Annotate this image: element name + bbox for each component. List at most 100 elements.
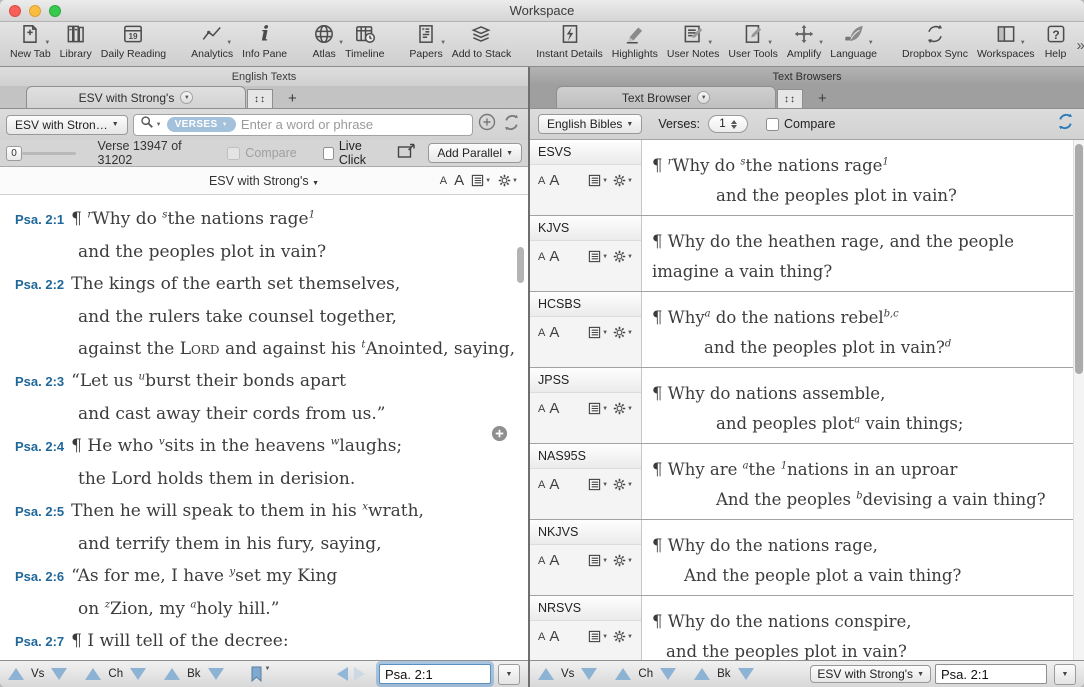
bookmark-icon[interactable]: ▼ [250,666,271,682]
verse-ref[interactable]: Psa. 2:2 [15,277,64,292]
translation-verse[interactable]: ¶ Why do nations assemble, and peoples p… [642,368,1084,443]
toolbar-item[interactable]: ▼ Papers [409,24,442,60]
left-scrollbar-thumb[interactable] [517,247,524,283]
history-forward-button[interactable] [354,667,365,681]
verse-dropdown-button[interactable]: ▼ [1054,664,1076,685]
live-click-window-icon[interactable] [397,143,416,163]
verse-down-button[interactable] [581,668,597,680]
toolbar-item[interactable]: Dropbox Sync [902,24,968,60]
zoom-button[interactable] [49,5,61,17]
toolbar-item[interactable]: Library [60,24,92,60]
slider-thumb[interactable]: 0 [6,146,22,161]
verses-count-stepper[interactable]: 1 [708,115,748,133]
gear-icon[interactable]: ▼ [613,402,633,415]
increase-font-button[interactable]: A [549,476,559,493]
toolbar-item[interactable]: Instant Details [536,24,603,60]
decrease-font-button[interactable]: A [440,175,447,187]
translation-verse[interactable]: ¶ rWhy do sthe nations rage1 and the peo… [642,140,1084,215]
increase-font-button[interactable]: A [454,172,464,189]
search-icon[interactable] [140,115,154,134]
decrease-font-button[interactable]: A [538,555,545,567]
increase-font-button[interactable]: A [549,400,559,417]
pane-splitter-icon[interactable]: ↕↕ [247,89,273,108]
toolbar-item[interactable]: ▼ User Tools [728,24,777,60]
decrease-font-button[interactable]: A [538,631,545,643]
book-up-button[interactable] [694,668,710,680]
chapter-up-button[interactable] [615,668,631,680]
history-back-button[interactable] [337,667,348,681]
toolbar-item[interactable]: ▼ Workspaces [977,24,1035,60]
toolbar-item[interactable]: ▼ Atlas [312,24,336,60]
add-pane-plus-icon[interactable] [491,425,508,447]
decrease-font-button[interactable]: A [538,175,545,187]
search-field[interactable]: ▼ VERSES▼ [133,114,473,136]
gear-icon[interactable]: ▼ [613,554,633,567]
verse-ref[interactable]: Psa. 2:1 [15,212,64,227]
display-settings-icon[interactable]: ▼ [588,630,608,643]
search-scope-pill[interactable]: VERSES▼ [167,117,236,132]
gear-icon[interactable]: ▼ [613,630,633,643]
book-down-button[interactable] [738,668,754,680]
verse-down-button[interactable] [51,668,67,680]
translation-code[interactable]: HCSBS [530,292,641,317]
display-settings-icon[interactable]: ▼ [588,554,608,567]
verse-text-area[interactable]: Psa. 2:1¶ rWhy do sthe nations rage1 and… [0,195,528,660]
increase-font-button[interactable]: A [549,324,559,341]
tab-menu-icon[interactable]: ▼ [180,91,193,104]
bible-group-select[interactable]: English Bibles▼ [538,114,642,134]
translation-code[interactable]: KJVS [530,216,641,241]
verse-position-slider[interactable]: 0 [6,146,76,161]
verse-ref[interactable]: Psa. 2:5 [15,504,64,519]
verse-ref[interactable]: Psa. 2:6 [15,569,64,584]
translation-verse[interactable]: ¶ Why do the heathen rage, and the peopl… [642,216,1084,291]
translation-code[interactable]: NKJVS [530,520,641,545]
stepper-arrows-icon[interactable] [731,120,737,129]
toolbar-item[interactable]: 19 Daily Reading [101,24,166,60]
nav-text-select[interactable]: ESV with Strong's▼ [810,665,931,683]
toolbar-item[interactable]: ▼ Language [830,24,877,60]
translation-verse[interactable]: ¶ Whya do the nations rebelb,c and the p… [642,292,1084,367]
chapter-down-button[interactable] [130,668,146,680]
add-tab-button[interactable]: + [288,88,297,108]
minimize-button[interactable] [29,5,41,17]
chapter-up-button[interactable] [85,668,101,680]
decrease-font-button[interactable]: A [538,251,545,263]
pane-splitter-icon[interactable]: ↕↕ [777,89,803,108]
toolbar-overflow-icon[interactable]: » [1077,37,1084,54]
increase-font-button[interactable]: A [549,172,559,189]
live-click-checkbox[interactable]: Live Click [323,139,384,167]
toolbar-item[interactable]: ▼ New Tab [10,24,51,60]
gear-icon[interactable]: ▼ [498,174,518,187]
verse-dropdown-button[interactable]: ▼ [498,664,520,685]
translation-code[interactable]: ESVS [530,140,641,165]
verse-ref[interactable]: Psa. 2:7 [15,634,64,649]
book-up-button[interactable] [164,668,180,680]
book-down-button[interactable] [208,668,224,680]
refresh-icon[interactable] [501,112,522,138]
toolbar-item[interactable]: ▼ User Notes [667,24,720,60]
decrease-font-button[interactable]: A [538,479,545,491]
decrease-font-button[interactable]: A [538,327,545,339]
refresh-icon[interactable] [1055,111,1076,137]
translation-verse[interactable]: ¶ Why do the nations conspire, and the p… [642,596,1084,660]
display-settings-icon[interactable]: ▼ [588,250,608,263]
gear-icon[interactable]: ▼ [613,174,633,187]
display-settings-icon[interactable]: ▼ [471,174,491,187]
toolbar-item[interactable]: Highlights [612,24,658,60]
display-settings-icon[interactable]: ▼ [588,174,608,187]
chapter-down-button[interactable] [660,668,676,680]
translation-code[interactable]: NAS95S [530,444,641,469]
gear-icon[interactable]: ▼ [613,326,633,339]
translation-code[interactable]: JPSS [530,368,641,393]
right-scrollbar-thumb[interactable] [1075,144,1083,374]
increase-font-button[interactable]: A [549,552,559,569]
verse-ref[interactable]: Psa. 2:4 [15,439,64,454]
verse-ref[interactable]: Psa. 2:3 [15,374,64,389]
toolbar-item[interactable]: Add to Stack [452,24,512,60]
text-select-button[interactable]: ESV with Stron…▼ [6,115,128,135]
verse-up-button[interactable] [8,668,24,680]
add-tab-button[interactable]: + [818,88,827,108]
translation-verse[interactable]: ¶ Why are athe 1nations in an uproar And… [642,444,1084,519]
verse-up-button[interactable] [538,668,554,680]
translation-verse[interactable]: ¶ Why do the nations rage, And the peopl… [642,520,1084,595]
